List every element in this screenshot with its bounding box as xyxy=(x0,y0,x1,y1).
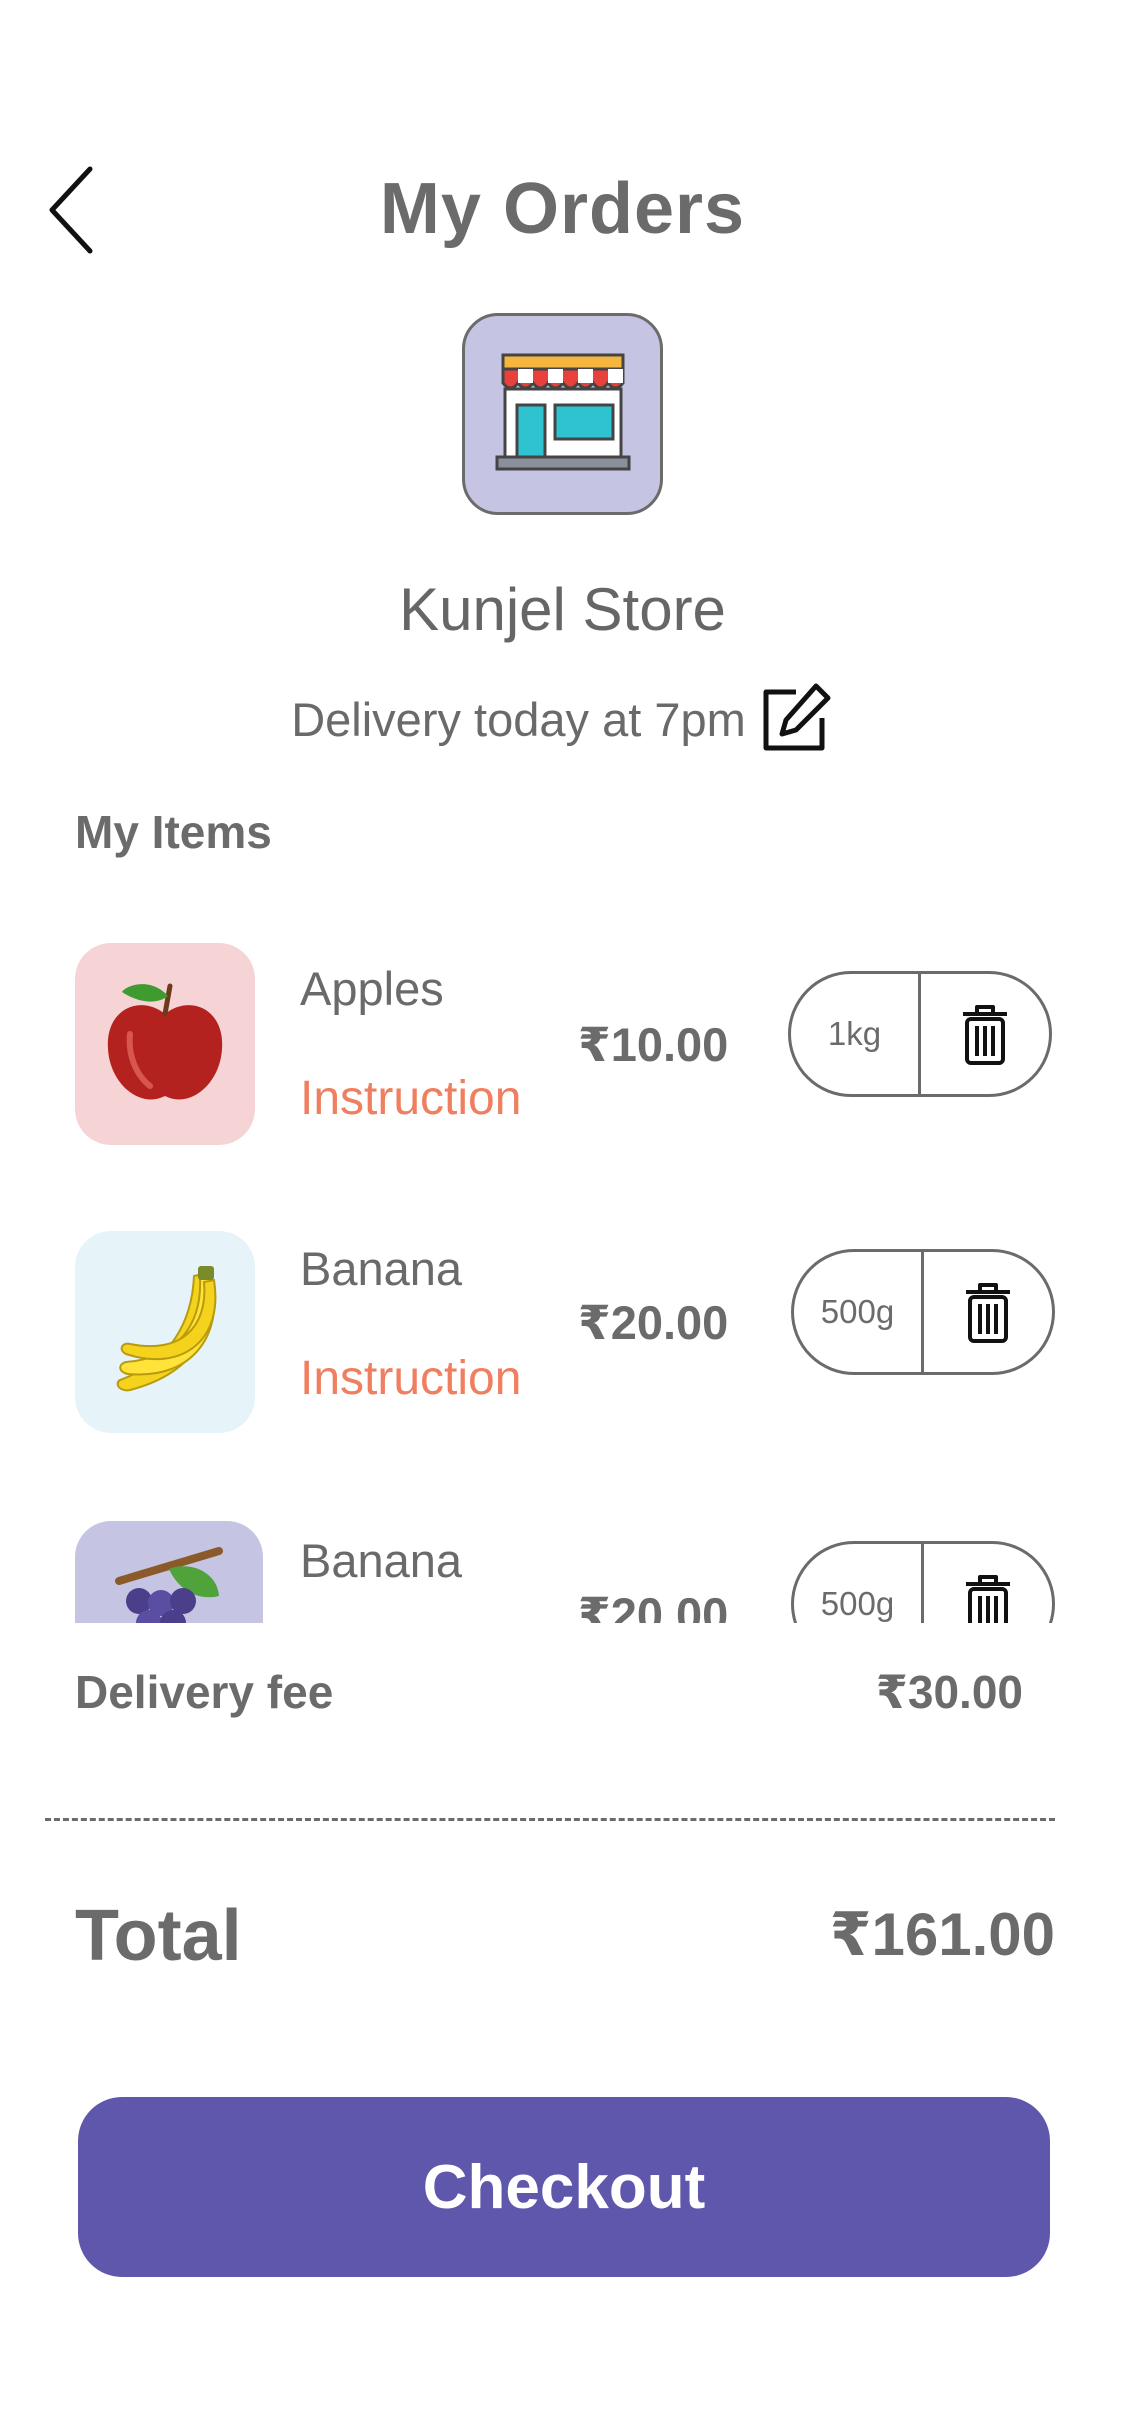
item-price: ₹20.00 xyxy=(578,1588,729,1623)
quantity-control: 500g xyxy=(791,1541,1055,1623)
quantity-selector[interactable]: 500g xyxy=(794,1544,924,1623)
items-list[interactable]: Apples Instruction ₹10.00 1kg Banana Ins… xyxy=(0,900,1125,1623)
delivery-fee-label: Delivery fee xyxy=(75,1666,334,1718)
delivery-fee-value: ₹30.00 xyxy=(875,1666,1023,1718)
delete-item-button[interactable] xyxy=(924,1252,1052,1372)
grapes-icon xyxy=(115,1547,223,1623)
delivery-time-text: Delivery today at 7pm xyxy=(291,692,746,746)
store-name: Kunjel Store xyxy=(399,576,726,643)
quantity-control: 1kg xyxy=(788,971,1052,1097)
item-instruction-link[interactable]: Instruction xyxy=(300,1071,521,1126)
total-value: ₹161.00 xyxy=(829,1901,1055,1968)
trash-icon xyxy=(966,1283,1010,1343)
item-thumbnail xyxy=(75,1231,255,1433)
item-price: ₹10.00 xyxy=(578,1018,729,1071)
total-label: Total xyxy=(75,1896,242,1976)
delete-item-button[interactable] xyxy=(921,974,1049,1094)
my-items-heading: My Items xyxy=(75,806,272,858)
divider xyxy=(45,1818,1055,1821)
trash-icon xyxy=(963,1005,1007,1065)
item-name: Banana xyxy=(300,1242,463,1295)
item-price: ₹20.00 xyxy=(578,1296,729,1349)
list-item: Banana ₹20.00 500g xyxy=(0,1521,1125,1623)
checkout-button[interactable]: Checkout xyxy=(78,2097,1050,2277)
item-thumbnail xyxy=(75,1521,263,1623)
trash-icon xyxy=(966,1575,1010,1623)
item-thumbnail xyxy=(75,943,255,1145)
list-item: Banana Instruction ₹20.00 500g xyxy=(0,1231,1125,1441)
quantity-selector[interactable]: 1kg xyxy=(791,974,921,1094)
item-instruction-link[interactable]: Instruction xyxy=(300,1351,521,1406)
quantity-selector[interactable]: 500g xyxy=(794,1252,924,1372)
apple-icon xyxy=(107,983,223,1100)
list-item: Apples Instruction ₹10.00 1kg xyxy=(0,943,1125,1153)
store-logo xyxy=(462,313,663,515)
item-name: Apples xyxy=(300,962,444,1015)
quantity-control: 500g xyxy=(791,1249,1055,1375)
edit-delivery-button[interactable] xyxy=(756,680,834,758)
edit-icon xyxy=(763,683,831,751)
banana-icon xyxy=(116,1266,217,1392)
delete-item-button[interactable] xyxy=(924,1544,1052,1623)
delivery-info: Delivery today at 7pm xyxy=(0,680,1125,758)
item-name: Banana xyxy=(300,1534,463,1587)
page-title: My Orders xyxy=(379,169,746,249)
store-icon xyxy=(495,353,630,471)
